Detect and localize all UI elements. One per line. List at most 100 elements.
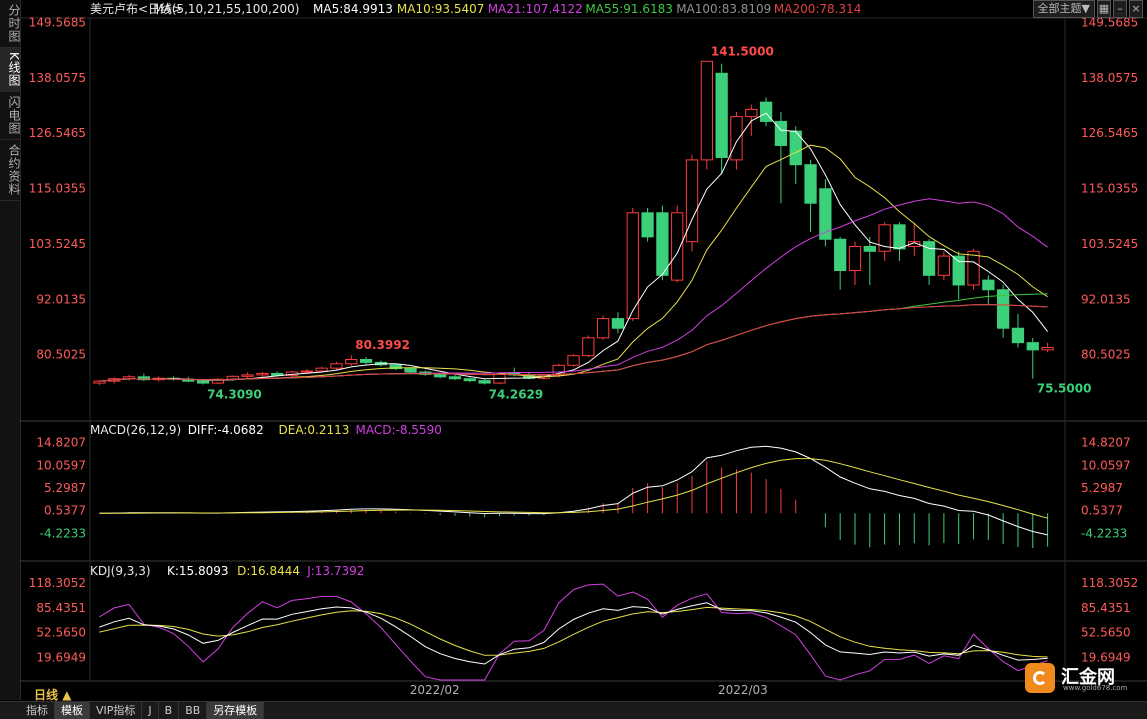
candle-body bbox=[597, 318, 610, 339]
theme-button[interactable]: 全部主题▼ bbox=[1032, 0, 1095, 18]
bottom-toolbar: 指标 模板 VIP指标 J B BB 另存模板 bbox=[0, 701, 1147, 719]
candle-body bbox=[819, 188, 832, 240]
candle-body bbox=[463, 378, 476, 382]
candle-body bbox=[656, 212, 669, 276]
bottom-tab-1[interactable]: 模板 bbox=[55, 702, 90, 719]
y-tick-label-right: 92.0135 bbox=[1081, 292, 1131, 306]
sidebar-tab-1[interactable]: K线图 bbox=[0, 48, 21, 92]
y-tick-label-left: 80.5025 bbox=[36, 348, 86, 362]
candle-body bbox=[759, 101, 773, 122]
candle-body bbox=[834, 238, 847, 272]
sidebar: 分时图 K线图 闪电图 合约资料 bbox=[0, 0, 21, 700]
y-tick-label-left: 126.5465 bbox=[29, 126, 86, 140]
candle-body bbox=[893, 224, 906, 250]
candle-body bbox=[671, 212, 684, 281]
price-annotation: 74.2629 bbox=[489, 388, 544, 402]
candle-body bbox=[256, 372, 269, 376]
candle-body bbox=[1026, 342, 1039, 351]
candle-body bbox=[863, 245, 876, 252]
y-tick-label-right: 126.5465 bbox=[1081, 126, 1138, 140]
legend-item: MA21:107.4122 bbox=[488, 2, 583, 16]
candle-body bbox=[315, 367, 328, 372]
candle-body bbox=[345, 358, 358, 365]
y-tick-label-right: 103.5245 bbox=[1081, 237, 1138, 251]
y-tick-label-right: 0.5377 bbox=[1081, 504, 1123, 518]
y-tick-label-left: 149.5685 bbox=[29, 15, 86, 29]
legend-item: MA200:78.314 bbox=[774, 2, 862, 16]
ma-line-55 bbox=[99, 293, 1048, 382]
chart-area[interactable]: 美元卢布<日线>MA(5,10,21,55,100,200) MA5:84.991… bbox=[20, 0, 1147, 700]
legend-item: J:13.7392 bbox=[306, 564, 364, 578]
y-tick-label-left: 52.5650 bbox=[36, 626, 86, 640]
grid-icon[interactable]: ▦ bbox=[1097, 0, 1111, 18]
minimize-icon[interactable]: – bbox=[1113, 0, 1127, 18]
legend-item: MA10:93.5407 bbox=[397, 2, 485, 16]
close-icon[interactable]: × bbox=[1129, 0, 1143, 18]
price-annotation: 80.3992 bbox=[355, 338, 410, 352]
candle-body bbox=[848, 245, 862, 272]
top-toolbar: 全部主题▼ ▦ – × bbox=[1032, 0, 1143, 18]
candle-body bbox=[982, 279, 995, 291]
y-tick-label-right: 14.8207 bbox=[1081, 436, 1131, 450]
legend-item: KDJ(9,3,3) bbox=[90, 564, 151, 578]
legend-item: MACD:-8.5590 bbox=[356, 423, 442, 437]
legend-item: D:16.8444 bbox=[237, 564, 300, 578]
candle-body bbox=[1011, 327, 1025, 344]
candle-body bbox=[804, 164, 817, 204]
legend-item: DIFF:-4.0682 bbox=[188, 423, 264, 437]
bottom-tab-4[interactable]: B bbox=[159, 702, 180, 719]
bottom-tab-5[interactable]: BB bbox=[179, 702, 208, 719]
y-tick-label-left: 10.0597 bbox=[36, 458, 86, 472]
bottom-tab-3[interactable]: J bbox=[142, 702, 159, 719]
candle-body bbox=[626, 212, 639, 320]
legend-item: MA5:84.9913 bbox=[313, 2, 393, 16]
legend-item: DEA:0.2113 bbox=[279, 423, 350, 437]
y-tick-label-right: 80.5025 bbox=[1081, 348, 1131, 362]
candle-body bbox=[330, 363, 343, 369]
legend-item: K:15.8093 bbox=[167, 564, 229, 578]
y-tick-label-left: 92.0135 bbox=[36, 292, 86, 306]
y-tick-label-left: 115.0355 bbox=[29, 182, 86, 196]
y-tick-label-left: 85.4351 bbox=[36, 601, 86, 615]
y-tick-label-left: 138.0575 bbox=[29, 71, 86, 85]
sidebar-tab-3[interactable]: 合约资料 bbox=[0, 140, 21, 201]
kdj-j-line bbox=[99, 583, 1048, 681]
y-tick-label-left: 0.5377 bbox=[44, 504, 86, 518]
candle-body bbox=[300, 370, 313, 373]
y-tick-label-left: 19.6949 bbox=[36, 651, 86, 665]
candle-body bbox=[967, 250, 980, 286]
y-tick-label-right: 115.0355 bbox=[1081, 182, 1138, 196]
x-axis-label: 2022/02 bbox=[410, 683, 460, 697]
macd-diff-line bbox=[99, 445, 1048, 536]
candle-body bbox=[241, 374, 254, 377]
bottom-tab-2[interactable]: VIP指标 bbox=[90, 702, 143, 719]
logo-url: www.gold678.com bbox=[1063, 684, 1128, 692]
y-tick-label-right: 10.0597 bbox=[1081, 458, 1131, 472]
candle-body bbox=[478, 380, 491, 384]
candle-body bbox=[952, 255, 965, 286]
price-annotation: 141.5000 bbox=[711, 44, 774, 58]
candle-body bbox=[611, 318, 625, 329]
candle-body bbox=[404, 368, 417, 373]
legend-item: MA55:91.6183 bbox=[585, 2, 673, 16]
price-annotation: 74.3090 bbox=[207, 387, 262, 401]
ma-line-10 bbox=[99, 144, 1048, 382]
candle-body bbox=[434, 373, 447, 378]
bottom-tab-0[interactable]: 指标 bbox=[20, 702, 55, 719]
candle-body bbox=[730, 116, 743, 161]
candle-body bbox=[937, 255, 951, 276]
sidebar-tab-2[interactable]: 闪电图 bbox=[0, 92, 21, 140]
sidebar-tab-0[interactable]: 分时图 bbox=[0, 0, 21, 48]
candle-body bbox=[700, 60, 713, 161]
candle-body bbox=[93, 380, 106, 384]
macd-dea-line bbox=[99, 458, 1048, 519]
legend-item: MA(5,10,21,55,100,200) bbox=[153, 2, 299, 16]
kdj-d-line bbox=[99, 606, 1048, 658]
candle-body bbox=[448, 376, 462, 380]
candle-body bbox=[567, 355, 580, 366]
y-tick-label-left: 118.3052 bbox=[29, 576, 86, 590]
bottom-tab-6[interactable]: 另存模板 bbox=[207, 702, 265, 719]
y-tick-label-left: 5.2987 bbox=[44, 481, 86, 495]
y-tick-label-left: -4.2233 bbox=[40, 526, 86, 540]
candle-body bbox=[715, 72, 728, 158]
